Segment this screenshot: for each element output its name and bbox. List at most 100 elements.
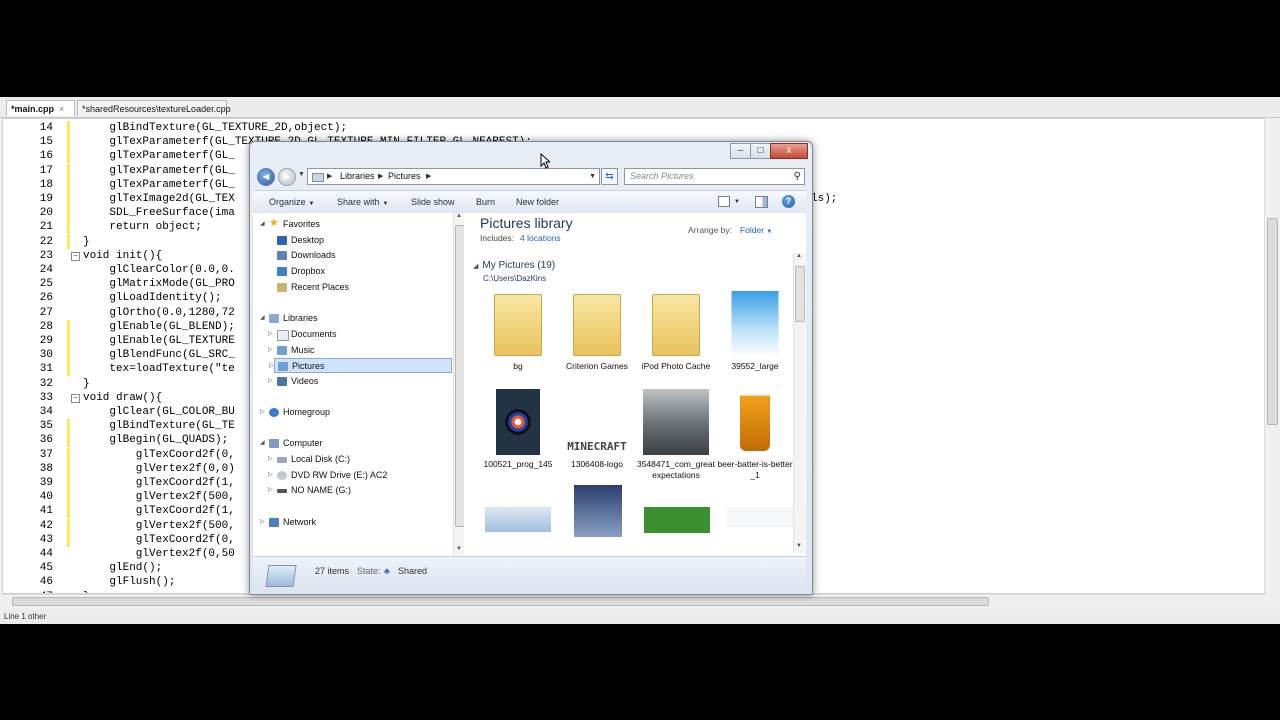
nav-local-disk[interactable]: ▷ Local Disk (C:) bbox=[268, 452, 350, 467]
chevron-right-icon[interactable]: ▶ bbox=[327, 169, 332, 184]
group-header[interactable]: ◢ My Pictures (19) bbox=[473, 260, 555, 271]
collapsed-triangle-icon[interactable]: ▷ bbox=[260, 515, 265, 530]
image-thumbnail[interactable] bbox=[644, 507, 710, 533]
nav-videos[interactable]: ▷ Videos bbox=[268, 374, 318, 389]
burn-button[interactable]: Burn bbox=[476, 191, 495, 213]
folder-item[interactable]: iPod Photo Cache bbox=[637, 289, 715, 384]
arrange-dropdown[interactable]: Folder ▼ bbox=[740, 225, 772, 235]
refresh-button[interactable]: ⇆ bbox=[601, 168, 618, 185]
editor-horizontal-scrollbar[interactable] bbox=[2, 594, 1264, 607]
change-view-icon[interactable] bbox=[718, 196, 730, 207]
fold-toggle-icon[interactable]: − bbox=[71, 251, 80, 261]
change-marker bbox=[67, 192, 79, 206]
image-thumbnail[interactable] bbox=[485, 507, 551, 532]
file-pane-scrollbar[interactable]: ▲ ▼ bbox=[793, 253, 805, 553]
nav-pictures[interactable]: ▷ Pictures bbox=[269, 358, 452, 373]
scroll-thumb[interactable] bbox=[12, 597, 989, 606]
code-text: glVertex2f(500, bbox=[83, 519, 235, 532]
image-thumbnail[interactable] bbox=[574, 485, 622, 537]
organize-menu[interactable]: Organize ▼ bbox=[269, 191, 314, 215]
image-thumbnail[interactable] bbox=[727, 507, 793, 527]
collapsed-triangle-icon[interactable]: ▷ bbox=[268, 374, 273, 389]
tab-main-cpp[interactable]: *main.cpp × bbox=[6, 100, 75, 116]
dropbox-icon bbox=[277, 267, 287, 276]
new-folder-button[interactable]: New folder bbox=[516, 191, 559, 213]
search-input[interactable]: Search Pictures ⚲ bbox=[624, 168, 805, 185]
nav-music[interactable]: ▷ Music bbox=[268, 343, 315, 358]
scroll-up-icon[interactable]: ▲ bbox=[796, 253, 802, 259]
breadcrumb-libraries[interactable]: Libraries bbox=[340, 169, 375, 184]
line-number: 27 bbox=[39, 306, 53, 319]
maximize-button[interactable]: □ bbox=[750, 143, 771, 159]
scroll-down-icon[interactable]: ▼ bbox=[456, 546, 462, 552]
folder-item[interactable]: bg bbox=[479, 289, 557, 384]
nav-dvd-drive[interactable]: ▷ DVD RW Drive (E:) AC2 bbox=[268, 468, 387, 483]
image-item[interactable]: beer-batter-is-better_1 bbox=[716, 387, 794, 482]
chevron-down-icon[interactable]: ▼ bbox=[589, 169, 596, 184]
expanded-triangle-icon[interactable]: ◢ bbox=[260, 311, 265, 326]
scroll-thumb[interactable] bbox=[1267, 218, 1278, 425]
close-button[interactable]: x bbox=[770, 143, 808, 159]
breadcrumb-pictures[interactable]: Pictures bbox=[388, 169, 421, 184]
image-item[interactable]: 39552_large bbox=[716, 289, 794, 384]
nav-desktop[interactable]: Desktop bbox=[277, 233, 324, 248]
locations-link[interactable]: 4 locations bbox=[520, 233, 561, 243]
image-item[interactable]: 3548471_com_greatexpectations bbox=[637, 387, 715, 482]
image-item[interactable]: MINECRAFT 1306408-logo bbox=[558, 387, 636, 482]
explorer-window[interactable]: – □ x ◄ ► ▼ ▶ Libraries ▶ Pictures ▶ ▼ ⇆… bbox=[249, 141, 813, 595]
close-tab-icon[interactable]: × bbox=[59, 101, 64, 117]
fold-toggle-icon[interactable]: − bbox=[71, 393, 80, 403]
expanded-triangle-icon[interactable]: ◢ bbox=[473, 263, 478, 270]
scroll-thumb[interactable] bbox=[795, 266, 805, 322]
minimize-button[interactable]: – bbox=[730, 143, 751, 159]
nav-computer[interactable]: ◢ Computer bbox=[260, 436, 323, 451]
folder-item[interactable]: Criterion Games bbox=[558, 289, 636, 384]
nav-documents[interactable]: ▷ Documents bbox=[268, 327, 337, 342]
collapsed-triangle-icon[interactable]: ▷ bbox=[268, 327, 273, 342]
nav-no-name-drive[interactable]: ▷ NO NAME (G:) bbox=[268, 483, 351, 498]
back-button[interactable]: ◄ bbox=[257, 168, 275, 186]
change-marker bbox=[67, 433, 79, 448]
editor-vertical-scrollbar[interactable] bbox=[1264, 118, 1279, 593]
nav-dropbox[interactable]: Dropbox bbox=[277, 264, 325, 279]
collapsed-triangle-icon[interactable]: ▷ bbox=[268, 452, 273, 467]
nav-favorites[interactable]: ◢ ★ Favorites bbox=[260, 217, 320, 232]
downloads-icon bbox=[277, 251, 287, 260]
forward-button[interactable]: ► bbox=[278, 168, 296, 186]
chevron-down-icon[interactable]: ▼ bbox=[734, 191, 740, 213]
code-line[interactable]: 14 glBindTexture(GL_TEXTURE_2D,object); bbox=[3, 121, 1263, 135]
nav-downloads[interactable]: Downloads bbox=[277, 248, 336, 263]
preview-pane-icon[interactable] bbox=[755, 196, 768, 208]
arrow-right-icon: ► bbox=[281, 171, 293, 183]
recent-pages-dropdown-icon[interactable]: ▼ bbox=[298, 171, 305, 178]
collapsed-triangle-icon[interactable]: ▷ bbox=[268, 483, 273, 498]
address-bar[interactable]: ▶ Libraries ▶ Pictures ▶ ▼ bbox=[307, 168, 600, 185]
image-item[interactable]: 100521_prog_145 bbox=[479, 387, 557, 482]
file-name: 100521_prog_145 bbox=[483, 459, 553, 469]
nav-libraries[interactable]: ◢ Libraries bbox=[260, 311, 318, 326]
collapsed-triangle-icon[interactable]: ▷ bbox=[260, 405, 265, 420]
nav-recent-places[interactable]: Recent Places bbox=[277, 280, 349, 295]
expanded-triangle-icon[interactable]: ◢ bbox=[260, 436, 265, 451]
collapsed-triangle-icon[interactable]: ▷ bbox=[268, 343, 273, 358]
change-marker bbox=[67, 163, 79, 178]
expanded-triangle-icon[interactable]: ◢ bbox=[260, 217, 265, 232]
nav-homegroup[interactable]: ▷ Homegroup bbox=[260, 405, 330, 420]
share-with-menu[interactable]: Share with ▼ bbox=[337, 191, 388, 215]
window-titlebar[interactable]: – □ x bbox=[250, 142, 812, 164]
scroll-down-icon[interactable]: ▼ bbox=[796, 543, 802, 549]
nav-network[interactable]: ▷ Network bbox=[260, 515, 316, 530]
collapsed-triangle-icon[interactable]: ▷ bbox=[269, 359, 274, 374]
scroll-up-icon[interactable]: ▲ bbox=[456, 213, 462, 219]
slide-show-button[interactable]: Slide show bbox=[411, 191, 455, 213]
change-marker bbox=[69, 561, 78, 575]
chevron-right-icon[interactable]: ▶ bbox=[426, 169, 431, 184]
collapsed-triangle-icon[interactable]: ▷ bbox=[268, 468, 273, 483]
search-icon[interactable]: ⚲ bbox=[794, 169, 801, 184]
screen-area: *main.cpp × *sharedResources\textureLoade… bbox=[0, 97, 1280, 624]
tab-textureloader-cpp[interactable]: *sharedResources\textureLoader.cpp× bbox=[77, 100, 231, 130]
change-marker bbox=[67, 149, 79, 164]
code-text: glBlendFunc(GL_SRC_ bbox=[83, 349, 235, 362]
chevron-right-icon[interactable]: ▶ bbox=[378, 169, 383, 184]
help-icon[interactable]: ? bbox=[782, 195, 795, 208]
